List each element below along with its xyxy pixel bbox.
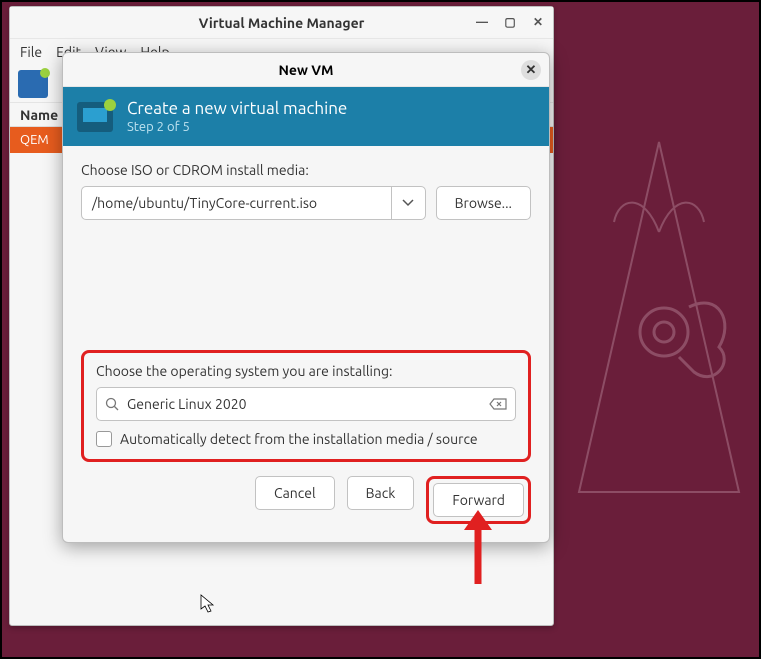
- forward-button[interactable]: Forward: [433, 483, 524, 517]
- wizard-banner: Create a new virtual machine Step 2 of 5: [63, 87, 549, 146]
- iso-path-value: /home/ubuntu/TinyCore-current.iso: [82, 187, 391, 219]
- maximize-button[interactable]: ▢: [501, 13, 519, 31]
- back-button[interactable]: Back: [347, 476, 415, 510]
- os-label: Choose the operating system you are inst…: [96, 363, 516, 379]
- monitor-icon: [77, 102, 113, 132]
- backspace-icon[interactable]: [489, 398, 507, 410]
- dialog-titlebar: New VM ✕: [63, 53, 549, 87]
- banner-step: Step 2 of 5: [127, 120, 347, 134]
- close-icon[interactable]: ✕: [521, 60, 541, 80]
- banner-title: Create a new virtual machine: [127, 99, 347, 118]
- new-vm-icon[interactable]: [18, 70, 48, 98]
- cancel-button[interactable]: Cancel: [255, 476, 335, 510]
- minimize-button[interactable]: —: [473, 13, 491, 31]
- iso-label: Choose ISO or CDROM install media:: [81, 162, 531, 178]
- close-button[interactable]: ✕: [529, 13, 547, 31]
- autodetect-checkbox[interactable]: [96, 431, 112, 447]
- os-search-field[interactable]: [96, 387, 516, 421]
- forward-highlight: Forward: [426, 476, 531, 524]
- os-search-input[interactable]: [127, 396, 481, 412]
- dialog-title: New VM: [278, 62, 333, 78]
- menu-file[interactable]: File: [20, 44, 42, 60]
- window-title: Virtual Machine Manager: [199, 15, 365, 31]
- chevron-down-icon[interactable]: [391, 187, 425, 219]
- autodetect-label: Automatically detect from the installati…: [120, 431, 478, 447]
- iso-path-combo[interactable]: /home/ubuntu/TinyCore-current.iso: [81, 186, 426, 220]
- new-vm-dialog: New VM ✕ Create a new virtual machine St…: [62, 52, 550, 543]
- search-icon: [105, 397, 119, 411]
- window-titlebar: Virtual Machine Manager — ▢ ✕: [10, 7, 553, 39]
- os-selection-highlight: Choose the operating system you are inst…: [81, 350, 531, 462]
- browse-button[interactable]: Browse...: [436, 186, 531, 220]
- desktop-wallpaper-art: [559, 112, 759, 512]
